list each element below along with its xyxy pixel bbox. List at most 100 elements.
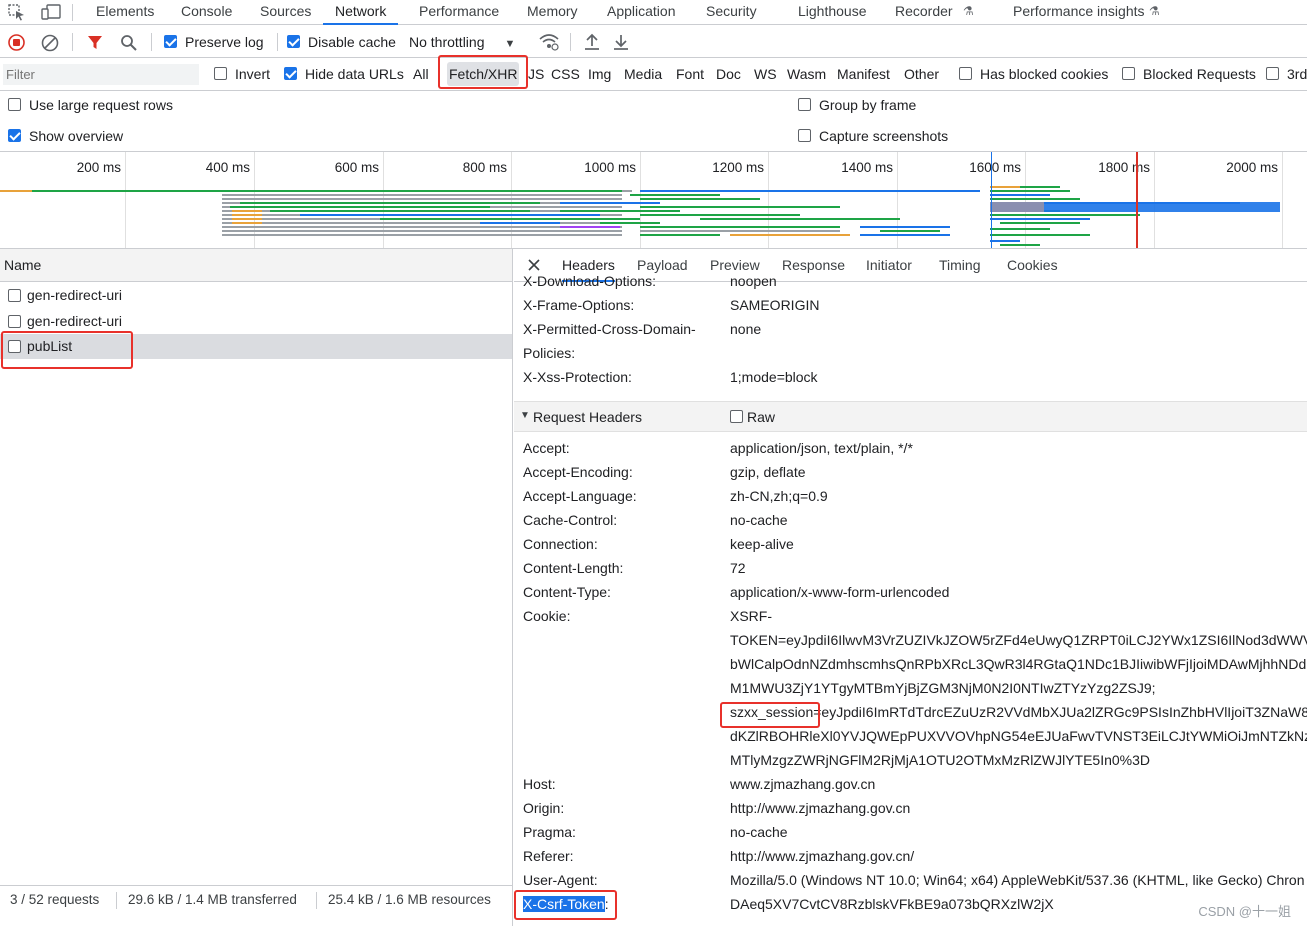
disable-cache-checkbox[interactable]: Disable cache xyxy=(287,25,396,58)
cookie-value-line: dKZlRBOHRleXl0YVJQWEpPUXVVOVhpNG54eEJUaF… xyxy=(730,728,1307,744)
name-column-label: Name xyxy=(4,257,42,273)
response-header-value: none xyxy=(730,321,762,337)
large-rows-checkbox[interactable]: Use large request rows xyxy=(8,97,173,113)
resources-size: 25.4 kB / 1.6 MB resources xyxy=(328,892,491,907)
waterfall-bar xyxy=(560,226,620,228)
waterfall-bar xyxy=(990,234,1090,236)
request-header-name: Cache-Control: xyxy=(523,512,618,528)
type-filter-css[interactable]: CSS xyxy=(551,58,580,91)
waterfall-bar xyxy=(0,190,32,192)
tab-console[interactable]: Console xyxy=(179,0,234,25)
timeline-tick-label: 1400 ms xyxy=(841,160,893,175)
request-header-name: Content-Length: xyxy=(523,560,624,576)
network-conditions-wifi-icon[interactable] xyxy=(538,33,560,54)
type-filter-manifest[interactable]: Manifest xyxy=(837,58,890,91)
request-headers-section-header[interactable]: ▼ Request Headers Raw xyxy=(514,401,1307,432)
tab-network[interactable]: Network xyxy=(323,0,399,25)
csrf-header-name-selected: X-Csrf-Token xyxy=(523,896,605,912)
type-filter-fetch-xhr[interactable]: Fetch/XHR xyxy=(447,62,520,86)
third-party-checkbox[interactable]: 3rd xyxy=(1266,58,1307,91)
waterfall-bar xyxy=(860,234,950,236)
has-blocked-cookies-checkbox[interactable]: Has blocked cookies xyxy=(959,58,1108,91)
preserve-log-checkbox[interactable]: Preserve log xyxy=(164,25,264,58)
capture-screenshots-checkbox[interactable]: Capture screenshots xyxy=(798,128,948,144)
waterfall-bar xyxy=(622,190,632,192)
timeline-tick-label: 1000 ms xyxy=(584,160,636,175)
type-filter-all[interactable]: All xyxy=(413,58,429,91)
import-har-icon[interactable] xyxy=(583,33,601,54)
detail-tab-timing[interactable]: Timing xyxy=(939,249,981,282)
response-header-name: X-Download-Options: xyxy=(523,273,657,289)
raw-checkbox[interactable]: Raw xyxy=(730,409,775,425)
network-settings-pane: Use large request rows Show overview Gro… xyxy=(0,91,1307,152)
type-filter-ws[interactable]: WS xyxy=(754,58,777,91)
detail-tab-cookies[interactable]: Cookies xyxy=(1007,249,1058,282)
request-header-name: Cookie: xyxy=(523,608,571,624)
throttling-select[interactable]: No throttling ▼ xyxy=(409,25,515,58)
cookie-value-line: szxx_session=eyJpdiI6ImRTdTdrcEZuUzR2VVd… xyxy=(730,704,1307,720)
group-by-frame-checkbox[interactable]: Group by frame xyxy=(798,97,916,113)
export-har-icon[interactable] xyxy=(612,33,630,54)
has-blocked-cookies-label: Has blocked cookies xyxy=(980,66,1109,82)
throttling-value: No throttling xyxy=(409,34,485,50)
timeline-gridline xyxy=(1154,152,1155,248)
timeline-tick-label: 2000 ms xyxy=(1226,160,1278,175)
request-header-value: no-cache xyxy=(730,824,788,840)
invert-checkbox[interactable]: Invert xyxy=(214,58,270,91)
waterfall-bar xyxy=(232,210,262,212)
search-icon[interactable] xyxy=(120,34,138,55)
record-stop-icon[interactable] xyxy=(8,34,25,54)
detail-tab-response[interactable]: Response xyxy=(782,249,845,282)
response-header-name: X-Xss-Protection: xyxy=(523,369,632,385)
detail-tab-initiator[interactable]: Initiator xyxy=(866,249,912,282)
tab-performance[interactable]: Performance xyxy=(417,0,501,25)
name-column-header[interactable]: Name xyxy=(0,249,512,282)
timeline-tick-label: 200 ms xyxy=(76,160,121,175)
network-overview-timeline[interactable]: 200 ms 400 ms 600 ms 800 ms 1000 ms 1200 ms 14… xyxy=(0,152,1307,249)
main-tab-bar: Elements Console Sources Network Performance… xyxy=(0,0,1307,25)
tab-elements[interactable]: Elements xyxy=(94,0,156,25)
type-filter-font[interactable]: Font xyxy=(676,58,704,91)
tab-memory[interactable]: Memory xyxy=(525,0,580,25)
type-filter-wasm[interactable]: Wasm xyxy=(787,58,826,91)
tab-security[interactable]: Security xyxy=(704,0,759,25)
waterfall-bar xyxy=(600,222,660,224)
clear-icon[interactable] xyxy=(41,34,59,55)
inspect-element-icon[interactable] xyxy=(7,3,27,21)
request-row[interactable]: gen-redirect-uri xyxy=(0,283,512,308)
load-event-marker xyxy=(1136,152,1138,248)
type-filter-doc[interactable]: Doc xyxy=(716,58,741,91)
type-filter-media[interactable]: Media xyxy=(624,58,662,91)
request-list-panel: Name gen-redirect-uri gen-redirect-uri pub… xyxy=(0,249,513,926)
tab-lighthouse[interactable]: Lighthouse xyxy=(796,0,869,25)
waterfall-bar xyxy=(630,194,720,196)
type-filter-img[interactable]: Img xyxy=(588,58,611,91)
cookie-value-line: TOKEN=eyJpdiI6IlwvM3VrZUZIVkJZOW5rZFd4eU… xyxy=(730,632,1307,648)
tab-recorder[interactable]: Recorder xyxy=(893,0,955,25)
request-row[interactable]: pubList xyxy=(0,334,512,359)
tab-performance-insights[interactable]: Performance insights xyxy=(1011,0,1147,25)
request-row[interactable]: gen-redirect-uri xyxy=(0,309,512,334)
show-overview-checkbox[interactable]: Show overview xyxy=(8,128,123,144)
waterfall-bar xyxy=(222,234,622,236)
request-header-name: Origin: xyxy=(523,800,565,816)
waterfall-bar xyxy=(640,214,800,216)
request-header-value: zh-CN,zh;q=0.9 xyxy=(730,488,828,504)
blocked-requests-checkbox[interactable]: Blocked Requests xyxy=(1122,58,1256,91)
waterfall-bar xyxy=(1000,244,1040,246)
hide-data-urls-label: Hide data URLs xyxy=(305,66,404,82)
waterfall-bar xyxy=(990,214,1140,216)
waterfall-bar xyxy=(990,194,1050,196)
tab-sources[interactable]: Sources xyxy=(258,0,313,25)
request-header-value: application/json, text/plain, */* xyxy=(730,440,913,456)
waterfall-bar xyxy=(990,186,1020,188)
request-details-panel: Headers Payload Preview Response Initiator Ti… xyxy=(514,249,1307,926)
hide-data-urls-checkbox[interactable]: Hide data URLs xyxy=(284,58,404,91)
device-toolbar-icon[interactable] xyxy=(41,3,61,21)
tab-application[interactable]: Application xyxy=(605,0,678,25)
request-header-value: http://www.zjmazhang.gov.cn/ xyxy=(730,848,915,864)
filter-input[interactable] xyxy=(3,64,199,85)
filter-funnel-icon[interactable] xyxy=(87,34,103,54)
type-filter-js[interactable]: JS xyxy=(528,58,544,91)
type-filter-other[interactable]: Other xyxy=(904,58,939,91)
